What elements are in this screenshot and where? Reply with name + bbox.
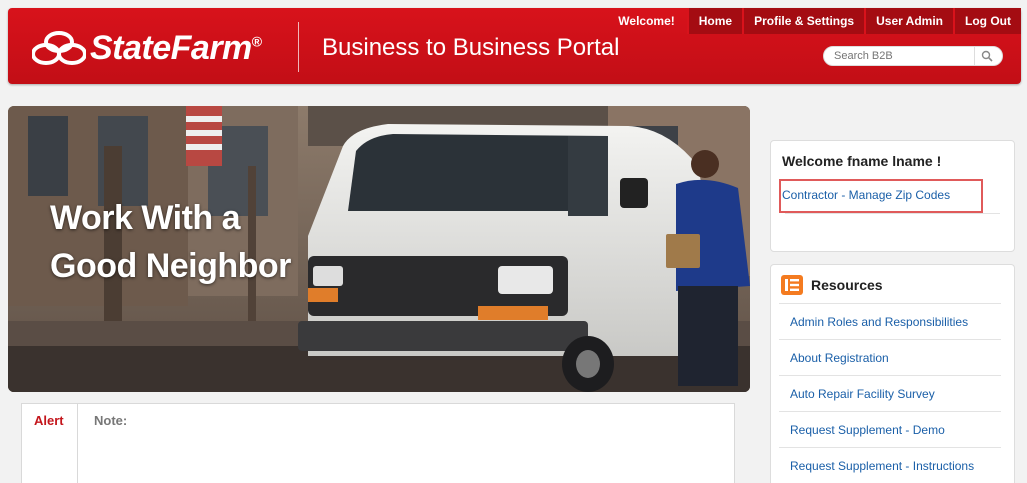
search-box [823, 46, 1003, 66]
brand-name: StateFarm® [90, 28, 262, 67]
hero-banner: Work With a Good Neighbor [8, 106, 750, 392]
divider [785, 213, 1000, 214]
resource-link-admin-roles[interactable]: Admin Roles and Responsibilities [779, 303, 1001, 339]
search-button[interactable] [974, 47, 998, 65]
search-input[interactable] [834, 50, 974, 62]
alert-label: Alert [22, 404, 78, 483]
nav-profile-settings[interactable]: Profile & Settings [742, 8, 865, 34]
header-divider [298, 22, 299, 72]
three-ovals-logo-icon [32, 31, 86, 65]
alert-panel: Alert Note: [21, 403, 735, 483]
resource-link-about-registration[interactable]: About Registration [779, 339, 1001, 375]
alert-note: Note: [94, 413, 128, 428]
resource-link-request-supplement-demo[interactable]: Request Supplement - Demo [779, 411, 1001, 447]
search-icon [981, 50, 993, 62]
resources-list-icon [781, 275, 803, 295]
hero-headline: Work With a Good Neighbor [50, 194, 291, 290]
resources-title: Resources [811, 277, 883, 293]
site-header: StateFarm® Business to Business Portal W… [8, 8, 1021, 84]
welcome-panel: Welcome fname lname ! Contractor - Manag… [770, 140, 1015, 252]
welcome-text: Welcome! [618, 14, 675, 28]
resource-link-auto-repair-survey[interactable]: Auto Repair Facility Survey [779, 375, 1001, 411]
portal-title: Business to Business Portal [322, 34, 620, 61]
statefarm-logo[interactable]: StateFarm® [32, 28, 262, 68]
hero-headline-line1: Work With a [50, 199, 241, 237]
hero-headline-line2: Good Neighbor [50, 247, 291, 285]
nav-log-out[interactable]: Log Out [953, 8, 1021, 34]
nav-user-admin[interactable]: User Admin [864, 8, 954, 34]
welcome-title: Welcome fname lname ! [782, 153, 942, 169]
contractor-manage-zip-codes-link[interactable]: Contractor - Manage Zip Codes [782, 188, 950, 202]
top-navigation: Welcome! Home Profile & Settings User Ad… [618, 8, 1021, 34]
resource-link-request-supplement-instructions[interactable]: Request Supplement - Instructions [779, 447, 1001, 483]
nav-home[interactable]: Home [686, 8, 743, 34]
resources-panel: Resources Admin Roles and Responsibiliti… [770, 264, 1015, 483]
resources-header: Resources [781, 275, 883, 295]
resources-list: Admin Roles and Responsibilities About R… [779, 303, 1001, 483]
